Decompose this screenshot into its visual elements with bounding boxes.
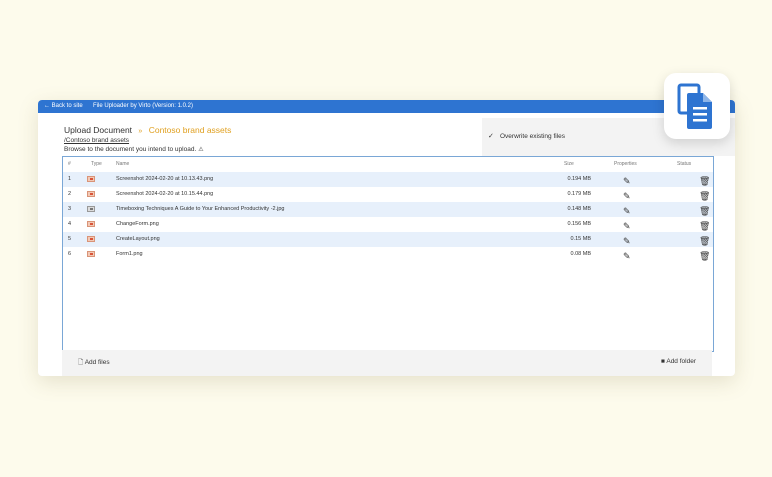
file-name: ChangeForm.png bbox=[116, 221, 159, 227]
table-row[interactable]: 4 ChangeForm.png 0.156 MB ✎ 🗑 bbox=[63, 217, 713, 232]
column-header-type: Type bbox=[91, 161, 102, 167]
file-uploader-window: ← Back to site File Uploader by Virto (V… bbox=[38, 100, 735, 376]
row-number: 1 bbox=[68, 176, 72, 182]
library-path-link[interactable]: /Contoso brand assets bbox=[64, 137, 231, 144]
delete-icon[interactable]: 🗑 bbox=[699, 191, 710, 201]
edit-properties-icon[interactable]: ✎ bbox=[623, 236, 631, 246]
image-file-icon bbox=[87, 191, 95, 197]
page-title-text: Upload Document bbox=[64, 125, 133, 135]
add-files-button[interactable]: 🗋 Add files bbox=[78, 358, 110, 369]
table-row[interactable]: 6 Form1.png 0.08 MB ✎ 🗑 bbox=[63, 247, 713, 262]
file-size: 0.179 MB bbox=[567, 191, 591, 197]
upload-hint-text: Browse to the document you intend to upl… bbox=[64, 146, 197, 153]
delete-icon[interactable]: 🗑 bbox=[699, 251, 710, 261]
folder-icon: ■ bbox=[660, 358, 665, 365]
file-name: Screenshot 2024-02-20 at 10.15.44.png bbox=[116, 191, 214, 197]
overwrite-label[interactable]: Overwrite existing files bbox=[500, 133, 565, 140]
table-row[interactable]: 5 CreateLayout.png 0.15 MB ✎ 🗑 bbox=[63, 232, 713, 247]
column-header-size[interactable]: Size bbox=[564, 161, 574, 167]
image-file-icon bbox=[87, 221, 95, 227]
file-size: 0.15 MB bbox=[570, 236, 591, 242]
image-file-icon bbox=[87, 176, 95, 182]
file-name: Timeboxing Techniques A Guide to Your En… bbox=[116, 206, 285, 212]
back-to-site-link[interactable]: ← Back to site bbox=[44, 100, 83, 113]
image-file-icon bbox=[87, 251, 95, 257]
file-icon: 🗋 bbox=[78, 359, 84, 366]
file-name: Form1.png bbox=[116, 251, 143, 257]
table-row[interactable]: 1 Screenshot 2024-02-20 at 10.13.43.png … bbox=[63, 172, 713, 187]
edit-properties-icon[interactable]: ✎ bbox=[623, 206, 631, 216]
delete-icon[interactable]: 🗑 bbox=[699, 236, 710, 246]
edit-properties-icon[interactable]: ✎ bbox=[623, 176, 631, 186]
upload-header: Upload Document » Contoso brand assets /… bbox=[64, 125, 231, 153]
upload-hint: Browse to the document you intend to upl… bbox=[64, 146, 231, 153]
generic-file-icon bbox=[87, 206, 95, 212]
file-grid: # Type Name Size Properties Status 1 Scr… bbox=[62, 156, 714, 352]
add-files-label: Add files bbox=[84, 359, 110, 366]
file-name: Screenshot 2024-02-20 at 10.13.43.png bbox=[116, 176, 214, 182]
file-size: 0.08 MB bbox=[570, 251, 591, 257]
delete-icon[interactable]: 🗑 bbox=[699, 176, 710, 186]
top-bar: ← Back to site File Uploader by Virto (V… bbox=[38, 100, 735, 113]
overwrite-checkbox[interactable]: ✓ bbox=[488, 132, 494, 140]
app-badge bbox=[664, 73, 730, 139]
file-size: 0.148 MB bbox=[567, 206, 591, 212]
app-title: File Uploader by Virto (Version: 1.0.2) bbox=[93, 103, 193, 109]
edit-properties-icon[interactable]: ✎ bbox=[623, 221, 631, 231]
copy-documents-icon bbox=[677, 83, 712, 129]
column-header-name[interactable]: Name bbox=[116, 161, 129, 167]
edit-properties-icon[interactable]: ✎ bbox=[623, 251, 631, 261]
file-size: 0.194 MB bbox=[567, 176, 591, 182]
row-number: 4 bbox=[68, 221, 72, 227]
delete-icon[interactable]: 🗑 bbox=[699, 206, 710, 216]
library-name: Contoso brand assets bbox=[148, 125, 232, 135]
breadcrumb-separator: » bbox=[138, 128, 143, 135]
image-file-icon bbox=[87, 236, 95, 242]
file-size: 0.156 MB bbox=[567, 221, 591, 227]
table-row[interactable]: 2 Screenshot 2024-02-20 at 10.15.44.png … bbox=[63, 187, 713, 202]
column-header-properties: Properties bbox=[614, 161, 637, 167]
row-number: 3 bbox=[68, 206, 72, 212]
warning-icon: ⚠ bbox=[198, 147, 204, 153]
delete-icon[interactable]: 🗑 bbox=[699, 221, 710, 231]
table-row[interactable]: 3 Timeboxing Techniques A Guide to Your … bbox=[63, 202, 713, 217]
action-footer: 🗋 Add files ■ Add folder bbox=[62, 350, 712, 376]
file-name: CreateLayout.png bbox=[116, 236, 160, 242]
add-folder-label: Add folder bbox=[666, 358, 696, 365]
page-title: Upload Document » Contoso brand assets bbox=[64, 125, 231, 135]
column-header-num: # bbox=[68, 161, 71, 167]
row-number: 6 bbox=[68, 251, 72, 257]
edit-properties-icon[interactable]: ✎ bbox=[623, 191, 631, 201]
column-header-status: Status bbox=[677, 161, 692, 167]
row-number: 2 bbox=[68, 191, 72, 197]
add-folder-button[interactable]: ■ Add folder bbox=[661, 358, 696, 365]
row-number: 5 bbox=[68, 236, 72, 242]
